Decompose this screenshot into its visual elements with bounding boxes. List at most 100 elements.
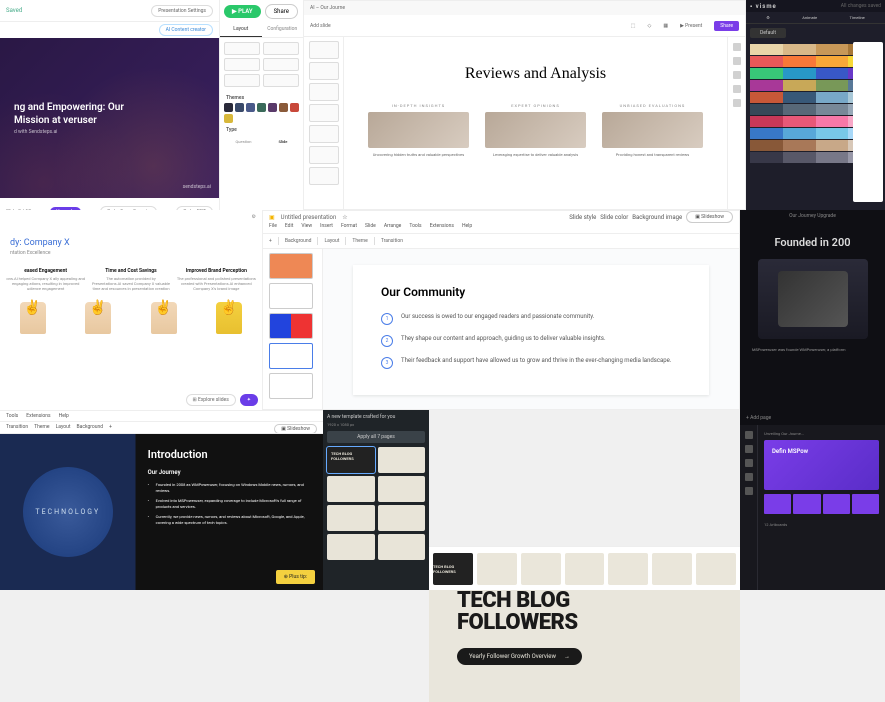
tool-icon[interactable]	[745, 445, 753, 453]
menu-item[interactable]: File	[269, 223, 277, 233]
theme-swatch[interactable]	[279, 103, 288, 112]
menu-item[interactable]: Extensions	[430, 223, 454, 233]
strip-thumb[interactable]	[696, 553, 736, 585]
photo-icon[interactable]: ⬚	[631, 23, 636, 29]
toolbar-btn[interactable]: Theme	[34, 424, 49, 434]
template-thumb[interactable]	[378, 476, 426, 502]
template-thumb[interactable]	[378, 447, 426, 473]
thumb[interactable]	[309, 167, 339, 185]
thumb[interactable]	[852, 494, 879, 514]
layout-option[interactable]	[263, 74, 299, 87]
theme-swatch[interactable]	[257, 103, 266, 112]
strip-thumb[interactable]	[652, 553, 692, 585]
menu-item[interactable]: Tools	[6, 413, 18, 419]
thumb[interactable]	[309, 104, 339, 122]
thumb[interactable]	[269, 373, 313, 399]
template-thumb[interactable]	[378, 505, 426, 531]
layout-option[interactable]	[263, 58, 299, 71]
menu-item[interactable]: View	[301, 223, 312, 233]
theme-swatch[interactable]	[246, 103, 255, 112]
tool-icon[interactable]	[733, 57, 741, 65]
menu-item[interactable]: Edit	[285, 223, 293, 233]
intro-slide[interactable]: TECHNOLOGY Introduction Our Journey Foun…	[0, 434, 323, 590]
layout-option[interactable]	[224, 58, 260, 71]
settings-icon[interactable]: ⚙	[766, 15, 770, 20]
tool-icon[interactable]	[745, 487, 753, 495]
explore-slides-btn[interactable]: ⊞ Explore slides	[186, 394, 236, 406]
tool-icon[interactable]	[745, 459, 753, 467]
color-btn[interactable]: Slide color	[600, 214, 628, 221]
toolbar-btn[interactable]: Background	[285, 238, 312, 244]
template-thumb[interactable]	[327, 534, 375, 560]
tab-layout[interactable]: Layout	[220, 22, 262, 37]
thumb[interactable]	[269, 283, 313, 309]
timeline-btn[interactable]: Timeline	[850, 15, 865, 20]
layout-option[interactable]	[263, 42, 299, 55]
add-page-btn[interactable]: + Add page	[746, 415, 771, 421]
thumb[interactable]	[309, 125, 339, 143]
slideshow-btn[interactable]: ▣ Slideshow	[686, 211, 733, 223]
toolbar-btn[interactable]: Layout	[56, 424, 71, 434]
menu-item[interactable]: Format	[341, 223, 357, 233]
theme-swatch[interactable]	[224, 114, 233, 123]
toolbar-btn[interactable]: +	[269, 238, 272, 244]
toolbar-btn[interactable]: Transition	[381, 238, 403, 244]
thumb[interactable]	[793, 494, 820, 514]
tool-icon[interactable]	[733, 85, 741, 93]
template-thumb[interactable]	[378, 534, 426, 560]
theme-swatch[interactable]	[268, 103, 277, 112]
thumb[interactable]	[823, 494, 850, 514]
menu-item[interactable]: Arrange	[384, 223, 402, 233]
settings-icon[interactable]: ⚙	[252, 214, 256, 220]
template-thumb[interactable]	[327, 476, 375, 502]
present-btn[interactable]: ▶ Present	[680, 23, 702, 29]
purple-slide[interactable]: Defin MSPow	[764, 440, 879, 490]
shape-icon[interactable]: ◇	[647, 23, 651, 29]
theme-swatch[interactable]	[290, 103, 299, 112]
tool-icon[interactable]	[745, 431, 753, 439]
menu-item[interactable]: Slide	[365, 223, 376, 233]
thumb[interactable]	[269, 253, 313, 279]
growth-btn[interactable]: Yearly Follower Growth Overview →	[457, 648, 582, 665]
menu-item[interactable]: Insert	[320, 223, 333, 233]
toolbar-btn[interactable]: Theme	[352, 238, 367, 244]
template-thumb[interactable]: TECH BLOG FOLLOWERS	[327, 447, 375, 473]
tool-icon[interactable]	[745, 473, 753, 481]
tab-config[interactable]: Configuration	[262, 22, 304, 37]
layout-option[interactable]	[224, 74, 260, 87]
ai-creator-btn[interactable]: AI Content creator	[159, 24, 213, 36]
slide-canvas[interactable]: Reviews and Analysis IN-DEPTH INSIGHTSUn…	[344, 37, 727, 210]
thumb-selected[interactable]	[269, 343, 313, 369]
play-btn[interactable]: ▶ PLAY	[224, 5, 261, 18]
visme-canvas[interactable]	[853, 42, 883, 202]
theme-swatch[interactable]	[235, 103, 244, 112]
bg-btn[interactable]: Background image	[632, 214, 682, 221]
tool-icon[interactable]	[733, 99, 741, 107]
add-slide-btn[interactable]: Add slide	[310, 23, 331, 29]
type-slide[interactable]: Slide	[279, 139, 288, 144]
type-question[interactable]: Question	[236, 139, 252, 144]
thumb[interactable]	[309, 62, 339, 80]
thumb[interactable]	[764, 494, 791, 514]
template-thumb[interactable]	[327, 505, 375, 531]
ai-btn[interactable]: ✦	[240, 394, 258, 406]
animate-btn[interactable]: Animate	[802, 15, 817, 20]
strip-thumb[interactable]	[521, 553, 561, 585]
apply-all-btn[interactable]: Apply all 7 pages	[327, 431, 425, 443]
toolbar-btn[interactable]: Transition	[6, 424, 28, 434]
star-icon[interactable]: ☆	[342, 214, 347, 221]
tool-icon[interactable]	[733, 71, 741, 79]
media-icon[interactable]: ▦	[663, 23, 668, 29]
toolbar-btn[interactable]: Layout	[324, 238, 339, 244]
slide[interactable]: Our Community 1Our success is owed to ou…	[353, 265, 709, 395]
menu-item[interactable]: Extensions	[26, 413, 50, 419]
strip-thumb[interactable]	[477, 553, 517, 585]
thumb[interactable]	[309, 41, 339, 59]
slide-canvas[interactable]: ng and Empowering: Our Mission at veruse…	[0, 38, 219, 198]
share-btn[interactable]: Share	[265, 4, 298, 19]
menu-item[interactable]: Tools	[409, 223, 421, 233]
presentation-settings-btn[interactable]: Presentation Settings	[151, 5, 213, 17]
toolbar-btn[interactable]: +	[109, 424, 112, 434]
thumb[interactable]	[309, 83, 339, 101]
layout-option[interactable]	[224, 42, 260, 55]
